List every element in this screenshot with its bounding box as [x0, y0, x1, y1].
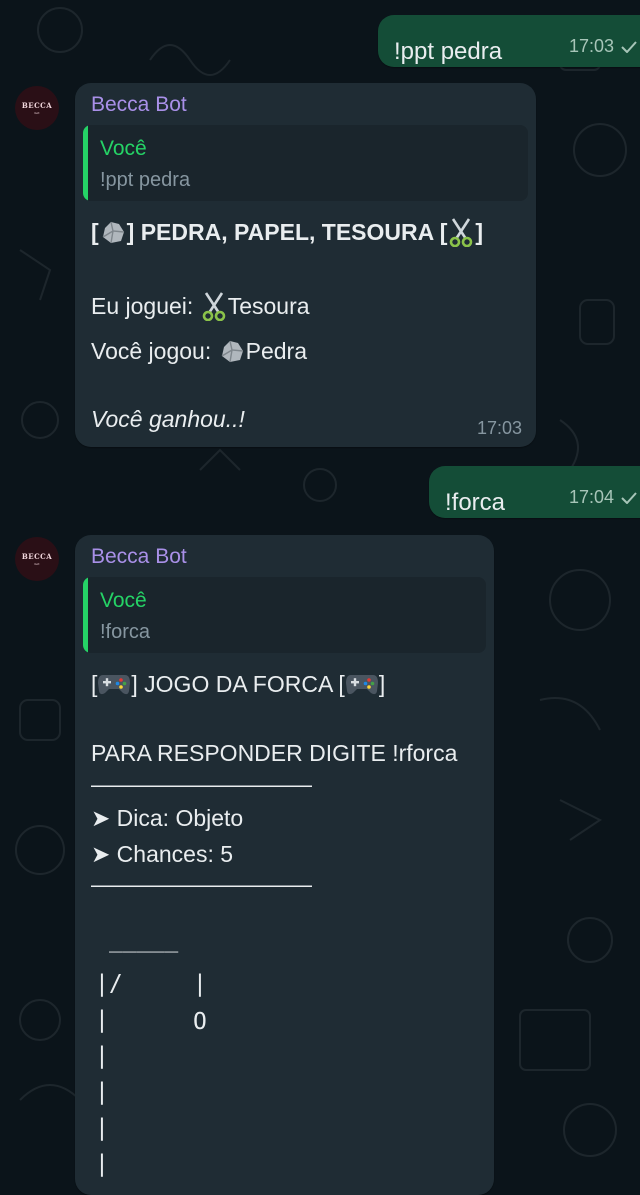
hint-text: ➤ Dica: Objeto	[91, 805, 244, 831]
sender-name: Becca Bot	[91, 545, 187, 568]
message-meta: 17:04	[569, 487, 638, 508]
outgoing-message[interactable]: !forca 17:04	[429, 466, 640, 518]
single-check-icon	[620, 492, 638, 505]
message-time: 17:03	[476, 418, 522, 438]
quote-text: !forca	[100, 621, 151, 643]
message-time: 17:04	[568, 487, 614, 507]
message-time: 17:03	[568, 36, 614, 56]
incoming-message[interactable]: Becca Bot Você !forca [] JOGO DA FORCA […	[75, 535, 494, 1195]
outgoing-message[interactable]: !ppt pedra 17:03	[378, 15, 640, 67]
separator-line: ——————————	[91, 871, 312, 897]
bot-avatar[interactable]: BECCA bot	[15, 86, 59, 130]
quoted-message[interactable]: Você !ppt pedra	[83, 125, 528, 201]
scissors-icon	[447, 217, 475, 247]
gamepad-icon	[345, 671, 379, 697]
message-text: !ppt pedra	[394, 38, 503, 65]
quoted-message[interactable]: Você !forca	[83, 577, 486, 653]
incoming-message[interactable]: Becca Bot Você !ppt pedra [] PEDRA, PAPE…	[75, 83, 536, 447]
game-result: Você ganhou..!	[91, 406, 245, 432]
instruction-text: PARA RESPONDER DIGITE !rforca	[91, 740, 458, 766]
gallows-row-1-left: |/	[95, 971, 123, 997]
quote-text: !ppt pedra	[100, 169, 191, 191]
separator-line: ——————————	[91, 771, 312, 797]
quote-accent-bar	[83, 125, 88, 201]
gallows-post: |	[95, 1151, 109, 1177]
gallows-post: |	[95, 1115, 109, 1141]
rock-icon	[99, 218, 127, 246]
gallows-row-1-right: |	[193, 971, 207, 997]
quote-author: Você	[100, 589, 147, 612]
quote-author: Você	[100, 137, 147, 160]
gamepad-icon	[97, 671, 131, 697]
chances-text: ➤ Chances: 5	[91, 841, 234, 867]
bot-move-line: Eu joguei: Tesoura	[91, 291, 310, 323]
message-text: !forca	[445, 489, 506, 516]
scissors-icon	[200, 291, 228, 321]
user-move-line: Você jogou: Pedra	[91, 337, 307, 365]
sender-name: Becca Bot	[91, 93, 187, 116]
gallows-top: _____	[109, 927, 179, 953]
gallows-post: |	[95, 1043, 109, 1069]
rock-icon	[218, 337, 246, 365]
gallows-post: |	[95, 1079, 109, 1105]
game-title: [] JOGO DA FORCA []	[91, 671, 386, 697]
bot-avatar[interactable]: BECCA bot	[15, 537, 59, 581]
gallows-row-2-left: |	[95, 1007, 109, 1033]
quote-accent-bar	[83, 577, 88, 653]
message-meta: 17:03	[569, 36, 638, 57]
game-title: [] PEDRA, PAPEL, TESOURA []	[91, 217, 483, 249]
single-check-icon	[620, 41, 638, 54]
gallows-head: O	[193, 1009, 207, 1035]
